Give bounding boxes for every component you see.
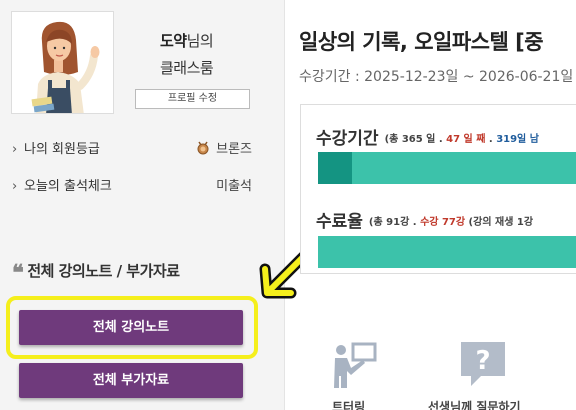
completion-progress-label: 수료율 (총 91강 . 수강 77강 (강의 재생 1강	[316, 207, 533, 232]
section-title-text: 전체 강의노트 / 부가자료	[27, 262, 180, 280]
period-progress-label: 수강기간 (총 365 일 . 47 일 째 . 319일 남	[316, 124, 539, 149]
user-name: 도약님의	[160, 30, 214, 51]
member-grade-row[interactable]: › 나의 회원등급 브론즈	[12, 138, 252, 157]
course-period: 수강기간 : 2025-12-23일 ~ 2026-06-21일	[299, 69, 574, 85]
period-total: (총 365 일 .	[384, 134, 447, 145]
completion-watched: 수강 77강	[420, 217, 466, 228]
edit-profile-button[interactable]: 프로필 수정	[135, 89, 250, 109]
period-progress-fill	[318, 152, 352, 184]
sidebar: 도약님의 클래스룸 프로필 수정 › 나의 회원등급 브론즈 › 오늘의 출석체크 …	[0, 0, 285, 410]
member-grade-value: 브론즈	[196, 138, 252, 157]
member-grade-text: 브론즈	[216, 142, 252, 157]
classroom-label: 클래스룸	[160, 59, 214, 77]
completion-replay: (강의 재생 1강	[465, 217, 534, 228]
period-label: 수강기간	[316, 129, 379, 149]
all-materials-button[interactable]: 전체 부가자료	[19, 363, 243, 398]
chevron-right-icon: ›	[12, 142, 18, 157]
attendance-value: 미출석	[216, 179, 252, 194]
period-progress-bar	[318, 152, 576, 184]
quote-icon: ❝	[12, 260, 24, 286]
period-sep: .	[485, 134, 497, 145]
completion-label: 수료율	[316, 212, 363, 232]
completion-detail: (총 91강 . 수강 77강 (강의 재생 1강	[369, 217, 533, 228]
all-lecture-notes-button[interactable]: 전체 강의노트	[19, 310, 243, 345]
course-title: 일상의 기록, 오일파스텔 [중	[299, 30, 544, 54]
completion-total: (총 91강 .	[368, 217, 421, 228]
chevron-right-icon: ›	[12, 179, 18, 194]
bronze-medal-icon	[197, 141, 209, 155]
period-elapsed: 47 일 째	[446, 134, 486, 145]
attendance-label: 오늘의 출석체크	[24, 179, 112, 194]
teacher-illustration	[12, 12, 113, 113]
user-name-suffix: 님의	[186, 32, 214, 50]
attendance-row[interactable]: › 오늘의 출석체크 미출석	[12, 175, 252, 194]
presenter-icon[interactable]	[327, 338, 379, 390]
svg-text:?: ?	[475, 346, 490, 376]
user-nickname: 도약	[160, 32, 187, 50]
section-title: ❝ 전체 강의노트 / 부가자료	[12, 260, 180, 286]
period-remaining: 319일 남	[496, 134, 539, 145]
question-icon[interactable]: ?	[457, 338, 509, 390]
completion-progress-bar	[318, 236, 576, 268]
presenter-label[interactable]: 트터링	[332, 398, 365, 410]
ask-teacher-label[interactable]: 선생님께 질문하기	[428, 398, 521, 410]
period-detail: (총 365 일 . 47 일 째 . 319일 남	[385, 134, 539, 145]
member-grade-label: 나의 회원등급	[24, 142, 100, 157]
avatar	[11, 11, 114, 114]
